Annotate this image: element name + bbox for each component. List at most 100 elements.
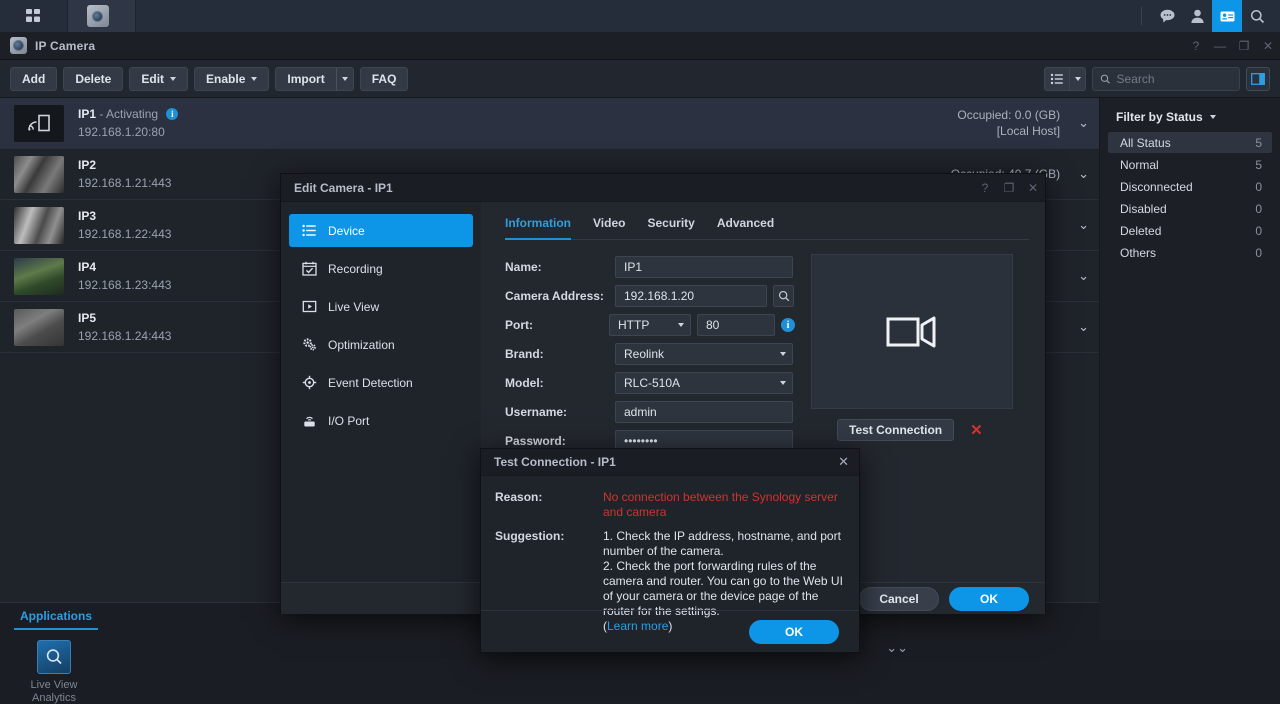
cancel-button[interactable]: Cancel <box>859 586 939 611</box>
filter-header[interactable]: Filter by Status <box>1108 110 1272 132</box>
filter-item-others[interactable]: Others 0 <box>1108 242 1272 263</box>
expand-row-chevron-icon[interactable]: ⌄ <box>1078 268 1089 284</box>
model-value: RLC-510A <box>624 376 681 390</box>
search-camera-button[interactable] <box>773 285 794 307</box>
filter-item-normal[interactable]: Normal 5 <box>1108 154 1272 175</box>
chevron-down-icon <box>780 352 786 356</box>
camera-address: 192.168.1.21:443 <box>78 176 172 190</box>
brand-select[interactable]: Reolink <box>615 343 793 365</box>
camera-name: IP3 <box>78 209 97 223</box>
close-icon[interactable]: ✕ <box>838 454 849 470</box>
import-button[interactable]: Import <box>275 66 336 91</box>
test-connection-ok-button[interactable]: OK <box>749 619 839 644</box>
tab-security[interactable]: Security <box>647 216 694 239</box>
camera-row-right: ⌄ <box>1078 319 1089 335</box>
camera-preview <box>811 254 1013 409</box>
model-select[interactable]: RLC-510A <box>615 372 793 394</box>
enable-button[interactable]: Enable <box>194 66 270 91</box>
minimize-button[interactable]: — <box>1208 32 1232 60</box>
field-row-camera-address: Camera Address: 192.168.1.20 <box>505 283 795 309</box>
filter-item-label: Disconnected <box>1120 179 1193 194</box>
camera-thumbnail <box>14 308 64 346</box>
faq-button[interactable]: FAQ <box>359 66 409 91</box>
window-controls: ? — ❐ ✕ <box>1184 32 1280 60</box>
help-button[interactable]: ? <box>973 174 997 202</box>
expand-row-chevron-icon[interactable]: ⌄ <box>1078 319 1089 335</box>
filter-item-all-status[interactable]: All Status 5 <box>1108 132 1272 153</box>
search-icon[interactable] <box>1242 0 1272 32</box>
camera-name: IP4 <box>78 260 97 274</box>
list-icon <box>1050 73 1063 84</box>
expand-row-chevron-icon[interactable]: ⌄ <box>1078 166 1089 182</box>
username-field[interactable]: admin <box>615 401 793 423</box>
gears-icon <box>302 337 317 352</box>
model-label: Model: <box>505 376 544 390</box>
filter-item-deleted[interactable]: Deleted 0 <box>1108 220 1272 241</box>
camera-thumbnail <box>14 257 64 295</box>
chevron-down-icon <box>780 381 786 385</box>
tab-advanced[interactable]: Advanced <box>717 216 774 239</box>
maximize-button[interactable]: ❐ <box>1232 32 1256 60</box>
app-live-view-analytics[interactable]: Live View Analytics <box>24 640 84 704</box>
list-view-button[interactable] <box>1044 66 1070 91</box>
camera-thumbnail <box>14 206 64 244</box>
test-connection-footer: OK <box>481 610 859 652</box>
form-fields: Name: IP1 Camera Address: 192.168.1.20 P… <box>505 254 795 457</box>
password-label: Password: <box>505 434 566 448</box>
taskbar-ip-camera-tab[interactable] <box>68 0 136 32</box>
filter-item-label: Deleted <box>1120 223 1162 238</box>
chevron-down-icon <box>341 76 348 81</box>
info-icon[interactable]: i <box>166 108 179 120</box>
search-box[interactable] <box>1092 66 1240 91</box>
port-protocol-select[interactable]: HTTP <box>609 314 691 336</box>
expand-row-chevron-icon[interactable]: ⌄ <box>1078 115 1089 131</box>
nav-item-label: Event Detection <box>328 375 413 390</box>
edit-camera-tabs: Information Video Security Advanced <box>505 216 1029 240</box>
camera-occupied: Occupied: 0.0 (GB) <box>957 108 1061 122</box>
camera-icon <box>10 37 27 54</box>
nav-item-event-detection[interactable]: Event Detection <box>289 366 473 399</box>
toggle-side-panel-button[interactable] <box>1246 66 1270 91</box>
camera-row-right: Occupied: 0.0 (GB) [Local Host] ⌄ <box>957 107 1089 139</box>
tab-information[interactable]: Information <box>505 216 571 240</box>
camera-stream-icon <box>28 114 50 132</box>
camera-thumbnail <box>14 155 64 193</box>
view-options-dropdown[interactable] <box>1070 66 1086 91</box>
close-button[interactable]: ✕ <box>1256 32 1280 60</box>
tab-applications[interactable]: Applications <box>14 603 99 630</box>
search-input[interactable] <box>1116 71 1232 86</box>
edit-button[interactable]: Edit <box>129 66 189 91</box>
nav-item-recording[interactable]: Recording <box>289 252 473 285</box>
add-button[interactable]: Add <box>10 66 58 91</box>
chat-icon[interactable] <box>1152 0 1182 32</box>
nav-item-optimization[interactable]: Optimization <box>289 328 473 361</box>
delete-button[interactable]: Delete <box>63 66 124 91</box>
import-dropdown-button[interactable] <box>335 66 354 91</box>
filter-item-disconnected[interactable]: Disconnected 0 <box>1108 176 1272 197</box>
camera-address: 192.168.1.23:443 <box>78 278 172 292</box>
notifications-icon[interactable] <box>1212 0 1242 32</box>
nav-item-io-port[interactable]: I/O Port <box>289 404 473 437</box>
live-view-analytics-icon <box>37 640 71 674</box>
maximize-button[interactable]: ❐ <box>997 174 1021 202</box>
info-icon[interactable]: i <box>781 318 795 332</box>
camera-row-right: ⌄ <box>1078 268 1089 284</box>
play-box-icon <box>302 299 317 314</box>
ok-button[interactable]: OK <box>949 586 1029 611</box>
taskbar-apps-grid-button[interactable] <box>0 0 68 32</box>
nav-item-device[interactable]: Device <box>289 214 473 247</box>
table-row[interactable]: IP1 - Activating i 192.168.1.20:80 Occup… <box>0 98 1099 149</box>
collapse-panel-chevron-icon[interactable]: ⌄⌄ <box>886 640 908 656</box>
camera-address-label: Camera Address: <box>505 289 604 303</box>
filter-item-disabled[interactable]: Disabled 0 <box>1108 198 1272 219</box>
test-connection-button[interactable]: Test Connection <box>837 419 955 441</box>
user-icon[interactable] <box>1182 0 1212 32</box>
port-number-field[interactable]: 80 <box>697 314 775 336</box>
tab-video[interactable]: Video <box>593 216 625 239</box>
help-button[interactable]: ? <box>1184 32 1208 60</box>
camera-address-field[interactable]: 192.168.1.20 <box>615 285 767 307</box>
close-button[interactable]: ✕ <box>1021 174 1045 202</box>
expand-row-chevron-icon[interactable]: ⌄ <box>1078 217 1089 233</box>
nav-item-live-view[interactable]: Live View <box>289 290 473 323</box>
name-field[interactable]: IP1 <box>615 256 793 278</box>
